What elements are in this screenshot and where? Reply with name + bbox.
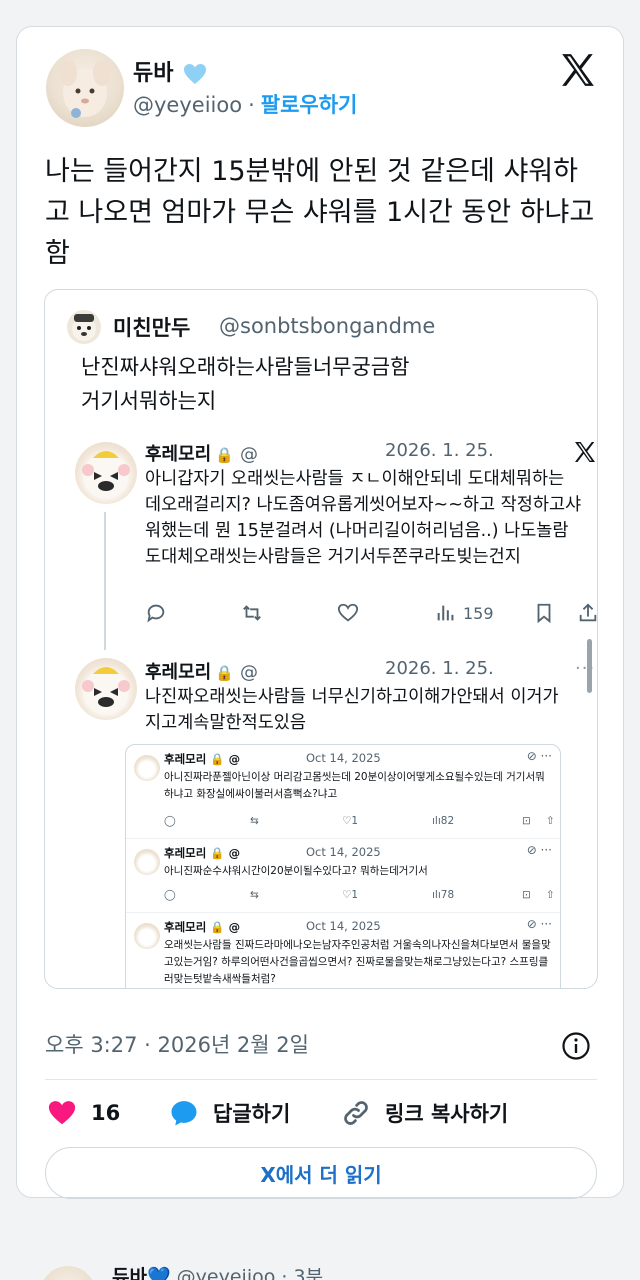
lock-icon: 🔒 bbox=[215, 664, 234, 682]
quoted-tweet-text: 난진짜샤워오래하는사람들너무궁금함 거기서뭐하는지 bbox=[81, 355, 410, 413]
embedded-actions: ◯ ⇆ ♡ 1 ılı 82 ⊡ ⇧ bbox=[164, 815, 555, 831]
thread-avatar bbox=[75, 442, 137, 504]
bookmark-icon: ⊡ bbox=[522, 889, 531, 901]
link-icon bbox=[344, 1101, 368, 1125]
more-options-icon[interactable]: ··· bbox=[575, 658, 595, 679]
like-button[interactable]: 16 bbox=[47, 1095, 120, 1131]
embedded-actions: ◯ ⇆ ♡ 1 ılı 78 ⊡ ⇧ bbox=[164, 889, 555, 905]
embedded-text: 아니진짜라푼젤아닌이상 머리감고몸씻는데 20분이상이어떻게소요될수있는데 거기… bbox=[164, 771, 545, 800]
like-icon: ♡ 1 bbox=[342, 889, 359, 901]
author-avatar bbox=[40, 1266, 96, 1280]
embedded-date: Oct 14, 2025 bbox=[306, 751, 381, 765]
heart-icon bbox=[48, 1101, 76, 1125]
views-stat: ılı 82 bbox=[432, 815, 455, 827]
copy-link-button[interactable]: 링크 복사하기 bbox=[341, 1095, 508, 1131]
views-stat: ılı 78 bbox=[432, 889, 455, 901]
embedded-post: 후레모리 🔒 @ Oct 14, 2025 ⊘ ··· 아니진짜순수샤워시간이2… bbox=[126, 839, 560, 913]
embedded-author: 후레모리 🔒 @ bbox=[164, 846, 241, 860]
embedded-text: 오래씻는사람들 진짜드라마에나오는남자주인공처럼 거울속의나자신을쳐다보면서 물… bbox=[164, 939, 551, 985]
reply-icon: ◯ bbox=[164, 815, 176, 827]
quoted-author-avatar bbox=[67, 310, 101, 344]
thread-actions: 159 bbox=[145, 598, 597, 628]
reply-bubble-icon bbox=[171, 1101, 197, 1126]
x-logo-icon[interactable] bbox=[573, 440, 597, 464]
x-logo-icon[interactable] bbox=[559, 51, 597, 89]
reply-icon[interactable] bbox=[145, 598, 167, 628]
embedded-post: 후레모리 🔒 @ Oct 14, 2025 ⊘ ··· 오래씻는사람들 진짜드라… bbox=[126, 913, 560, 988]
reply-button[interactable]: 답글하기 bbox=[169, 1095, 290, 1131]
embedded-menu-icons: ⊘ ··· bbox=[526, 749, 552, 763]
embedded-screenshot: 후레모리 🔒 @ Oct 14, 2025 ⊘ ··· 아니진짜라푼젤아닌이상 … bbox=[125, 744, 561, 988]
thread-author: 후레모리 🔒 @ bbox=[145, 662, 258, 683]
bookmark-icon[interactable] bbox=[533, 598, 555, 628]
author-avatar[interactable] bbox=[46, 49, 124, 127]
tweet-timestamp[interactable]: 오후 3:27 · 2026년 2월 2일 bbox=[45, 1029, 309, 1059]
repost-icon: ⇆ bbox=[250, 889, 259, 901]
embedded-author: 후레모리 🔒 @ bbox=[164, 920, 241, 934]
views-stat[interactable]: 159 bbox=[435, 598, 494, 628]
embedded-avatar bbox=[134, 849, 160, 875]
tweet-embed-card: 듀바 @yeyeiioo · 팔로우하기 나는 들어간지 15분밖에 안된 것 같은… bbox=[16, 26, 624, 1199]
separator-dot: · bbox=[248, 93, 255, 117]
thread-date: 2026. 1. 25. bbox=[385, 658, 494, 679]
embedded-menu-icons: ⊘ ··· bbox=[526, 917, 552, 931]
share-icon: ⇧ bbox=[546, 889, 555, 901]
thread-text: 나진짜오래씻는사람들 너무신기하고이해가안돼서 이거가 지고계속말한적도있음 bbox=[145, 687, 559, 733]
blue-heart-icon bbox=[184, 64, 207, 84]
embedded-menu-icons: ⊘ ··· bbox=[526, 843, 552, 857]
next-tweet-header: 듀바💙 @yeyeiioo · 3분 bbox=[112, 1266, 324, 1280]
quoted-tweet[interactable]: 미친만두 @sonbtsbongandme 난진짜샤워오래하는사람들너무궁금함 … bbox=[44, 289, 598, 989]
bookmark-icon: ⊡ bbox=[522, 815, 531, 827]
info-icon[interactable] bbox=[561, 1031, 591, 1061]
tweet-body-text: 나는 들어간지 15분밖에 안된 것 같은데 샤워하고 나오면 엄마가 무슨 샤… bbox=[45, 156, 595, 269]
thread-date: 2026. 1. 25. bbox=[385, 440, 494, 461]
lock-icon: 🔒 bbox=[215, 446, 234, 464]
embedded-post: 후레모리 🔒 @ Oct 14, 2025 ⊘ ··· 아니진짜라푼젤아닌이상 … bbox=[126, 745, 560, 839]
thread-avatar bbox=[75, 658, 137, 720]
share-icon[interactable] bbox=[577, 598, 597, 628]
share-icon: ⇧ bbox=[546, 815, 555, 827]
embedded-text: 아니진짜순수샤워시간이20분이될수있다고? 뭐하는데거기서 bbox=[164, 865, 428, 877]
author-name[interactable]: 듀바 bbox=[133, 55, 207, 87]
follow-button[interactable]: 팔로우하기 bbox=[261, 93, 358, 117]
embedded-date: Oct 14, 2025 bbox=[306, 919, 381, 933]
embedded-date: Oct 14, 2025 bbox=[306, 845, 381, 859]
embedded-avatar bbox=[134, 923, 160, 949]
repost-icon[interactable] bbox=[241, 598, 263, 628]
scrollbar-thumb[interactable] bbox=[587, 639, 592, 693]
quoted-author-name: 미친만두 bbox=[113, 316, 191, 340]
thread-author: 후레모리 🔒 @ bbox=[145, 444, 258, 465]
embedded-avatar bbox=[134, 755, 160, 781]
author-handle[interactable]: @yeyeiioo bbox=[133, 93, 242, 117]
thread-connector bbox=[104, 512, 106, 650]
author-handle-row: @yeyeiioo · 팔로우하기 bbox=[133, 89, 357, 119]
like-icon[interactable] bbox=[337, 598, 359, 628]
repost-icon: ⇆ bbox=[250, 815, 259, 827]
divider bbox=[45, 1079, 597, 1080]
thread-text: 아니갑자기 오래씻는사람들 ㅈㄴ이해안되네 도대체뭐하는 데오래걸리지? 나도좀… bbox=[145, 469, 582, 567]
read-more-button[interactable]: X에서 더 읽기 bbox=[45, 1147, 597, 1199]
like-icon: ♡ 1 bbox=[342, 815, 359, 827]
embedded-author: 후레모리 🔒 @ bbox=[164, 752, 241, 766]
like-count: 16 bbox=[91, 1101, 121, 1125]
quoted-author-handle: @sonbtsbongandme bbox=[219, 314, 436, 338]
reply-icon: ◯ bbox=[164, 889, 176, 901]
